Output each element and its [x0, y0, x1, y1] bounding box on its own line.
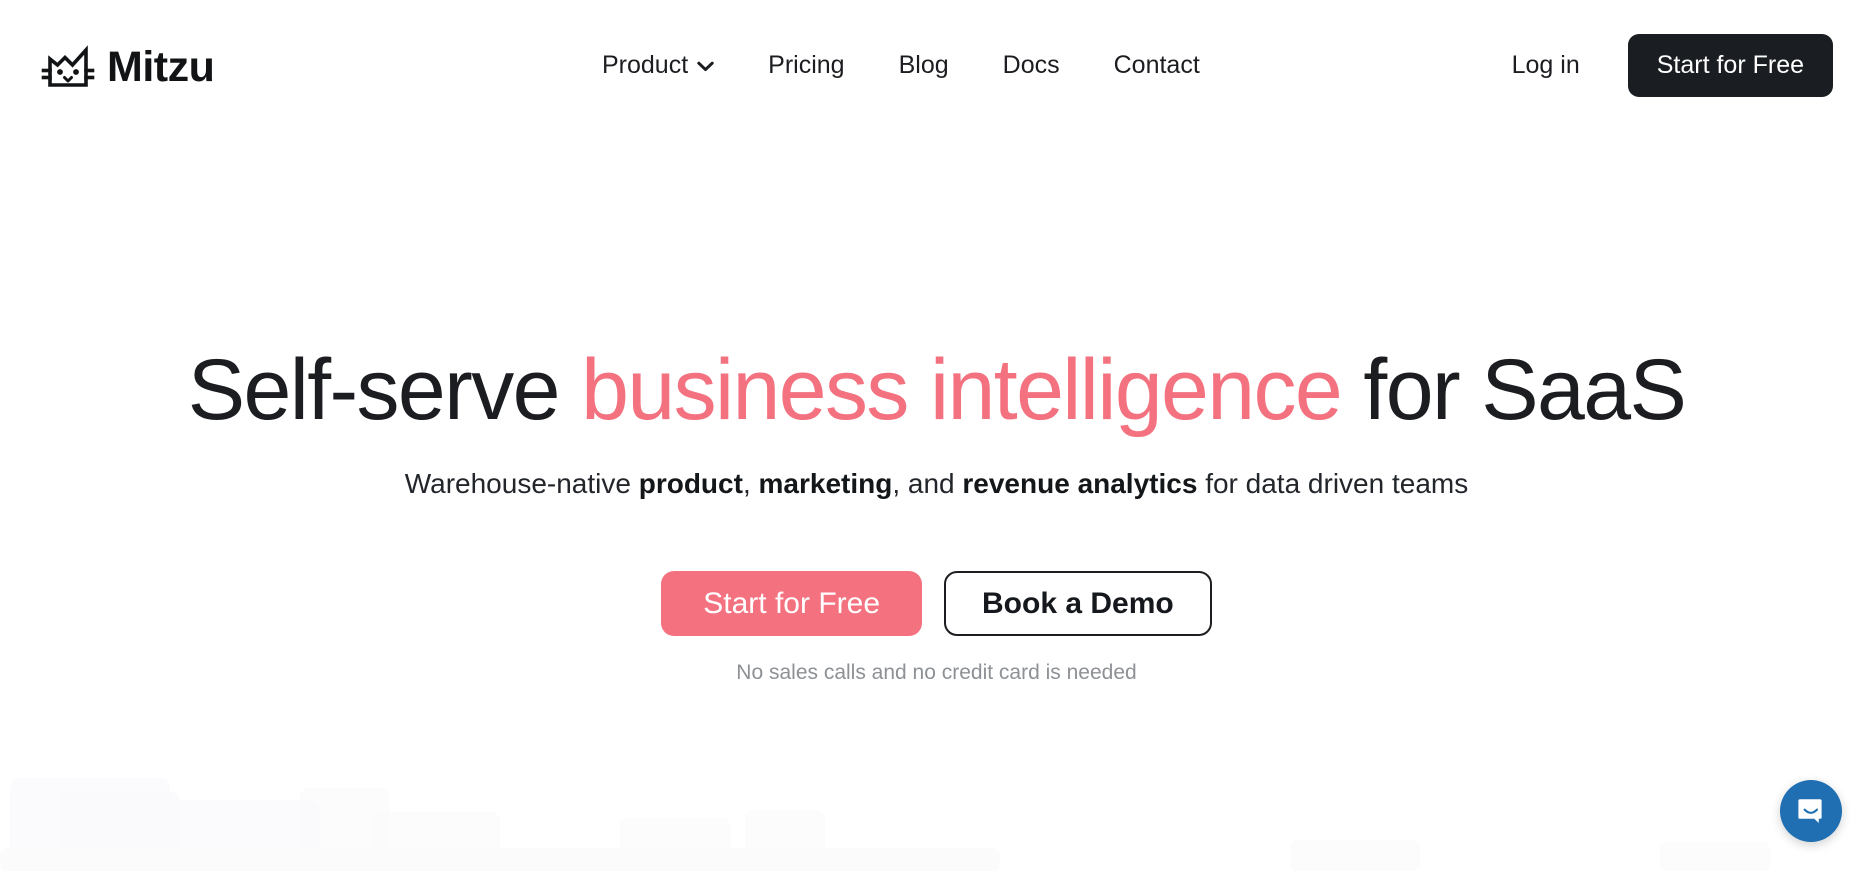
preview-shape [745, 810, 825, 871]
brand-name: Mitzu [107, 42, 215, 91]
brand-logo-link[interactable]: Mitzu [40, 42, 215, 91]
nav-item-blog[interactable]: Blog [872, 43, 976, 88]
nav-item-docs[interactable]: Docs [976, 43, 1087, 88]
hero-sub-part1: Warehouse-native [404, 468, 639, 500]
login-link[interactable]: Log in [1482, 41, 1610, 90]
header-start-for-free-button[interactable]: Start for Free [1627, 33, 1833, 97]
nav-item-contact-label: Contact [1113, 50, 1200, 79]
preview-shape [1290, 840, 1420, 871]
hero-book-a-demo-button[interactable]: Book a Demo [944, 570, 1212, 636]
hero-title-accent: business intelligence [581, 342, 1343, 438]
preview-shape [60, 792, 180, 871]
preview-shape [1660, 842, 1770, 871]
hero-title-part2: for SaaS [1341, 342, 1686, 438]
hero-sub-part3: , and [892, 468, 963, 500]
nav-item-pricing-label: Pricing [768, 50, 845, 79]
nav-item-product[interactable]: Product [575, 43, 741, 88]
nav-item-blog-label: Blog [898, 50, 949, 79]
chat-bubble-smile-icon [1798, 799, 1822, 823]
hero-sub-bold-product: product [638, 468, 743, 500]
hero-note: No sales calls and no credit card is nee… [736, 660, 1137, 684]
hero-subtitle: Warehouse-native product, marketing, and… [0, 436, 1873, 503]
primary-navigation: Product Pricing Blog Docs Contact [575, 0, 1227, 130]
chat-launcher-button[interactable] [1780, 780, 1842, 842]
hero-section: Self-serve business intelligence for Saa… [0, 130, 1873, 685]
preview-shape [300, 788, 390, 871]
below-fold-preview [0, 770, 1873, 871]
hero-sub-bold-marketing: marketing [758, 468, 893, 500]
hero-sub-part4: for data driven teams [1197, 468, 1469, 500]
preview-shape [160, 800, 320, 871]
nav-item-contact[interactable]: Contact [1087, 43, 1227, 88]
hero-title-part1: Self-serve [187, 342, 582, 438]
preview-shape [370, 812, 500, 871]
nav-item-pricing[interactable]: Pricing [741, 43, 871, 88]
nav-item-product-label: Product [602, 50, 689, 79]
hero-cta-group: Start for Free Book a Demo [0, 503, 1873, 636]
nav-item-docs-label: Docs [1002, 50, 1060, 79]
hero-sub-part2: , [742, 468, 759, 500]
header-actions: Log in Start for Free [1482, 0, 1833, 130]
chevron-down-icon [697, 61, 714, 72]
hero-sub-bold-revenue-analytics: revenue analytics [962, 468, 1198, 500]
landing-page: Mitzu Product Pricing Blog Docs Contact [0, 0, 1873, 871]
site-header: Mitzu Product Pricing Blog Docs Contact [0, 0, 1873, 130]
cat-face-icon [41, 45, 95, 87]
hero-start-for-free-button[interactable]: Start for Free [661, 570, 922, 636]
preview-shape [10, 778, 170, 871]
hero-title: Self-serve business intelligence for Saa… [0, 130, 1873, 436]
preview-shape [620, 818, 730, 871]
preview-shape [0, 848, 1000, 871]
